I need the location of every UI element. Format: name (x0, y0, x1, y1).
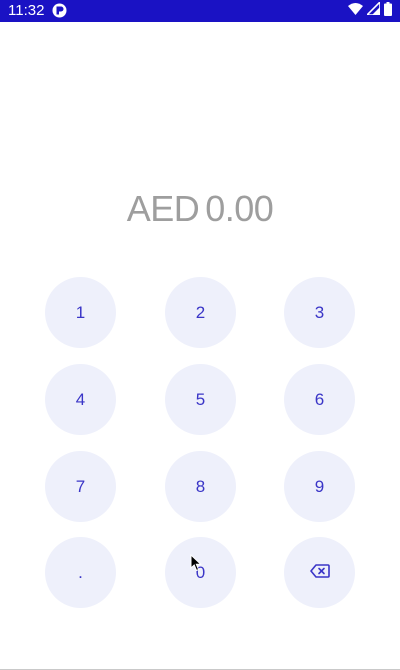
key-backspace[interactable] (284, 537, 355, 608)
key-0[interactable]: 0 (165, 537, 236, 608)
key-2[interactable]: 2 (165, 277, 236, 348)
backspace-icon (309, 563, 330, 583)
key-7[interactable]: 7 (45, 451, 116, 522)
key-label: 2 (195, 302, 206, 322)
key-label: 6 (314, 389, 325, 409)
key-label: 4 (75, 389, 86, 409)
status-icons (348, 0, 392, 21)
key-4[interactable]: 4 (45, 364, 116, 435)
amount-value: 0.00 (205, 188, 274, 229)
wifi-icon (348, 2, 363, 20)
key-label: 8 (195, 476, 206, 496)
key-label: 9 (314, 476, 325, 496)
key-6[interactable]: 6 (284, 364, 355, 435)
key-decimal[interactable]: . (45, 537, 116, 608)
amount-display: AED 0.00 (0, 186, 400, 232)
cellular-signal-icon (365, 0, 381, 20)
key-label: 7 (75, 476, 86, 496)
app-notification-icon (52, 3, 67, 18)
key-label: . (78, 562, 83, 582)
battery-icon (384, 1, 392, 21)
key-3[interactable]: 3 (284, 277, 355, 348)
key-label: 5 (195, 389, 206, 409)
status-time: 11:32 (8, 2, 45, 19)
status-bar: 11:32 (0, 0, 400, 22)
key-8[interactable]: 8 (165, 451, 236, 522)
mouse-cursor-icon (190, 553, 202, 572)
key-label: 1 (75, 302, 86, 322)
key-1[interactable]: 1 (45, 277, 116, 348)
key-9[interactable]: 9 (284, 451, 355, 522)
currency-label: AED (126, 188, 200, 229)
key-label: 3 (314, 302, 325, 322)
key-5[interactable]: 5 (165, 364, 236, 435)
